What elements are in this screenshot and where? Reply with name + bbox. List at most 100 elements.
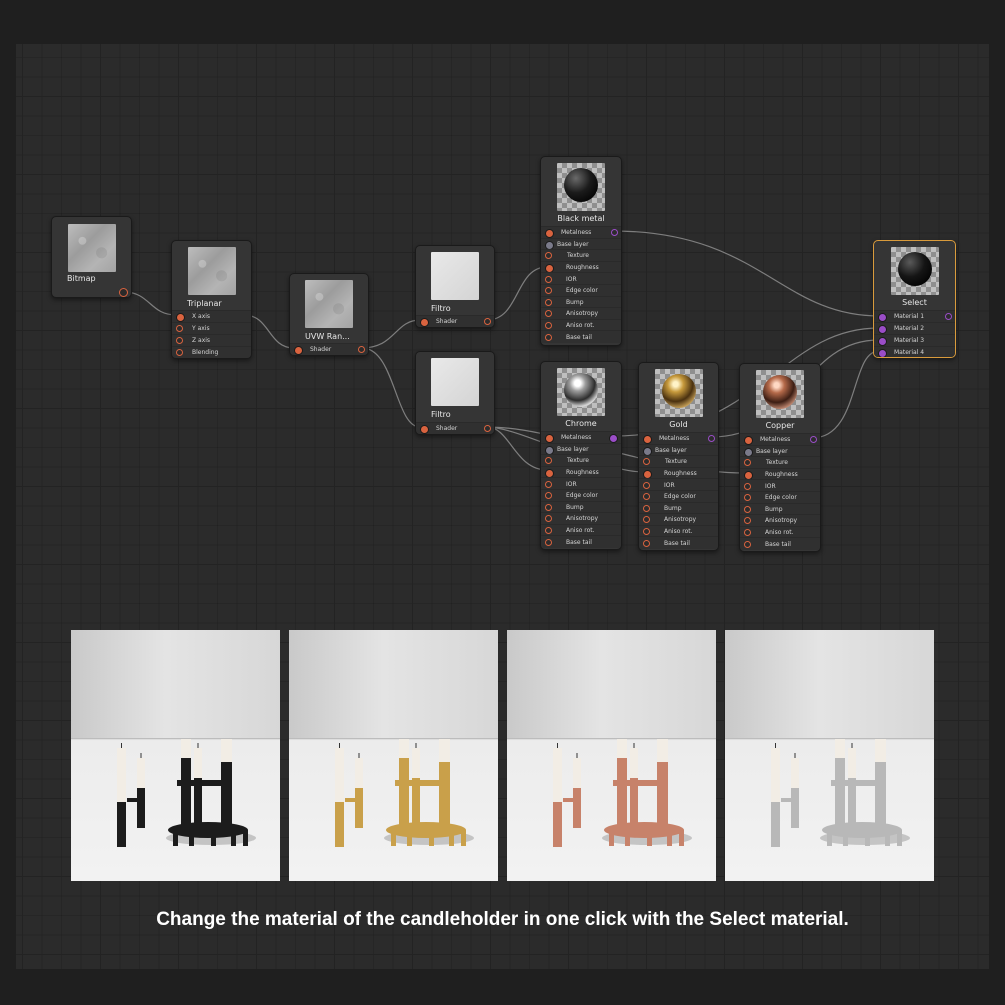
port-icon[interactable] [545,287,552,295]
select-input-row[interactable]: Material 3 [874,334,955,347]
black-metal-material-node[interactable]: Black metal Metalness Base layer Texture Ro… [540,156,622,346]
candleholder-part [461,830,466,846]
candleholder-part [625,830,630,846]
port-icon[interactable] [545,457,552,465]
port-icon[interactable] [545,310,552,318]
port-icon[interactable] [545,298,552,306]
port-icon[interactable] [744,494,751,502]
uvw-random-node[interactable]: UVW Ran... Shader [289,273,369,356]
select-input-row[interactable]: Material 1 [874,310,955,323]
triplanar-input-row[interactable]: X axis [172,310,251,323]
port-icon[interactable] [358,346,365,354]
port-icon[interactable] [643,528,650,536]
triplanar-node[interactable]: Triplanar X axis Y axis Z axis Blending [171,240,252,359]
port-icon[interactable] [545,480,552,488]
sphere-icon [763,375,797,409]
copper-material-node[interactable]: Copper Metalness Base layer Texture Roughne… [739,363,821,552]
port-icon[interactable] [810,436,817,444]
port-icon[interactable] [176,325,183,333]
port-icon[interactable] [545,515,552,523]
candleholder-part [553,802,562,847]
select-title: Select [902,298,927,307]
candle [848,748,856,778]
port-icon[interactable] [545,503,552,511]
material-preview [654,369,703,417]
port-icon[interactable] [878,337,887,347]
bitmap-output-port[interactable] [119,288,128,297]
candleholder-part [897,830,902,846]
candleholder-part [609,830,614,846]
candleholder-part [117,802,126,847]
port-icon[interactable] [708,435,715,443]
port-icon[interactable] [744,529,751,537]
candleholder-part [781,798,793,802]
port-icon[interactable] [878,325,887,335]
port-icon[interactable] [744,482,751,490]
port-icon[interactable] [545,527,552,535]
select-material-node[interactable]: Select Material 1 Material 2 Material 3 … [873,240,956,358]
port-icon[interactable] [545,333,552,341]
port-icon[interactable] [484,318,491,326]
candleholder-part [771,802,780,847]
candleholder-part [127,798,139,802]
port-icon[interactable] [545,252,552,260]
sphere-icon [897,252,932,286]
port-icon[interactable] [420,425,429,434]
candleholder-part [617,758,627,830]
port-icon[interactable] [878,349,887,357]
select-input-row[interactable]: Material 4 [874,346,955,357]
port-icon[interactable] [176,337,183,345]
port-icon[interactable] [643,516,650,524]
port-icon[interactable] [545,275,552,283]
candleholder-part [791,788,799,828]
port-icon[interactable] [545,322,552,330]
candleholder-part [355,788,363,828]
port-icon[interactable] [611,229,618,237]
triplanar-input-row[interactable]: Blending [172,346,251,358]
filtro-node[interactable]: Filtro Shader [415,351,495,435]
candleholder-part [875,762,886,830]
render-preview [71,630,280,881]
uvw-title: UVW Ran... [305,332,350,341]
port-icon[interactable] [744,459,751,467]
port-icon[interactable] [420,318,429,327]
port-icon[interactable] [744,505,751,513]
triplanar-input-row[interactable]: Y axis [172,322,251,335]
candleholder-part [679,830,684,846]
filtro-output-row[interactable]: Shader [416,315,494,327]
candleholder-part [391,830,396,846]
material-input-row[interactable]: Base tail [541,535,621,548]
port-icon[interactable] [744,517,751,525]
port-icon[interactable] [878,313,887,323]
port-icon[interactable] [176,313,185,323]
port-icon[interactable] [294,346,303,355]
filtro-output-row[interactable]: Shader [416,422,494,434]
gold-material-node[interactable]: Gold Metalness Base layer Texture Roughness… [638,362,719,551]
select-input-row[interactable]: Material 2 [874,322,955,335]
port-icon[interactable] [176,349,183,357]
port-icon[interactable] [643,458,650,466]
port-icon[interactable] [643,504,650,512]
port-icon[interactable] [484,425,491,433]
uvw-output-row[interactable]: Shader [290,343,368,355]
port-icon[interactable] [945,313,952,321]
candleholder-part [395,780,445,786]
bitmap-preview [67,224,116,272]
triplanar-input-row[interactable]: Z axis [172,334,251,347]
port-icon[interactable] [744,540,751,548]
port-icon[interactable] [545,538,552,546]
material-input-row[interactable]: Base tail [740,537,820,550]
port-icon[interactable] [643,481,650,489]
material-input-row[interactable]: Base tail [639,536,718,549]
filtro-preview [431,252,479,300]
candle [117,748,126,802]
chrome-material-node[interactable]: Chrome Metalness Base layer Texture Roughne… [540,361,622,550]
material-input-row[interactable]: Base tail [541,330,621,343]
filtro-node[interactable]: Filtro Shader [415,245,495,328]
bitmap-node[interactable]: Bitmap [51,216,132,298]
port-icon[interactable] [545,492,552,500]
candleholder-part [181,758,191,830]
port-icon[interactable] [643,493,650,501]
candleholder-part [177,780,227,786]
port-icon[interactable] [643,539,650,547]
